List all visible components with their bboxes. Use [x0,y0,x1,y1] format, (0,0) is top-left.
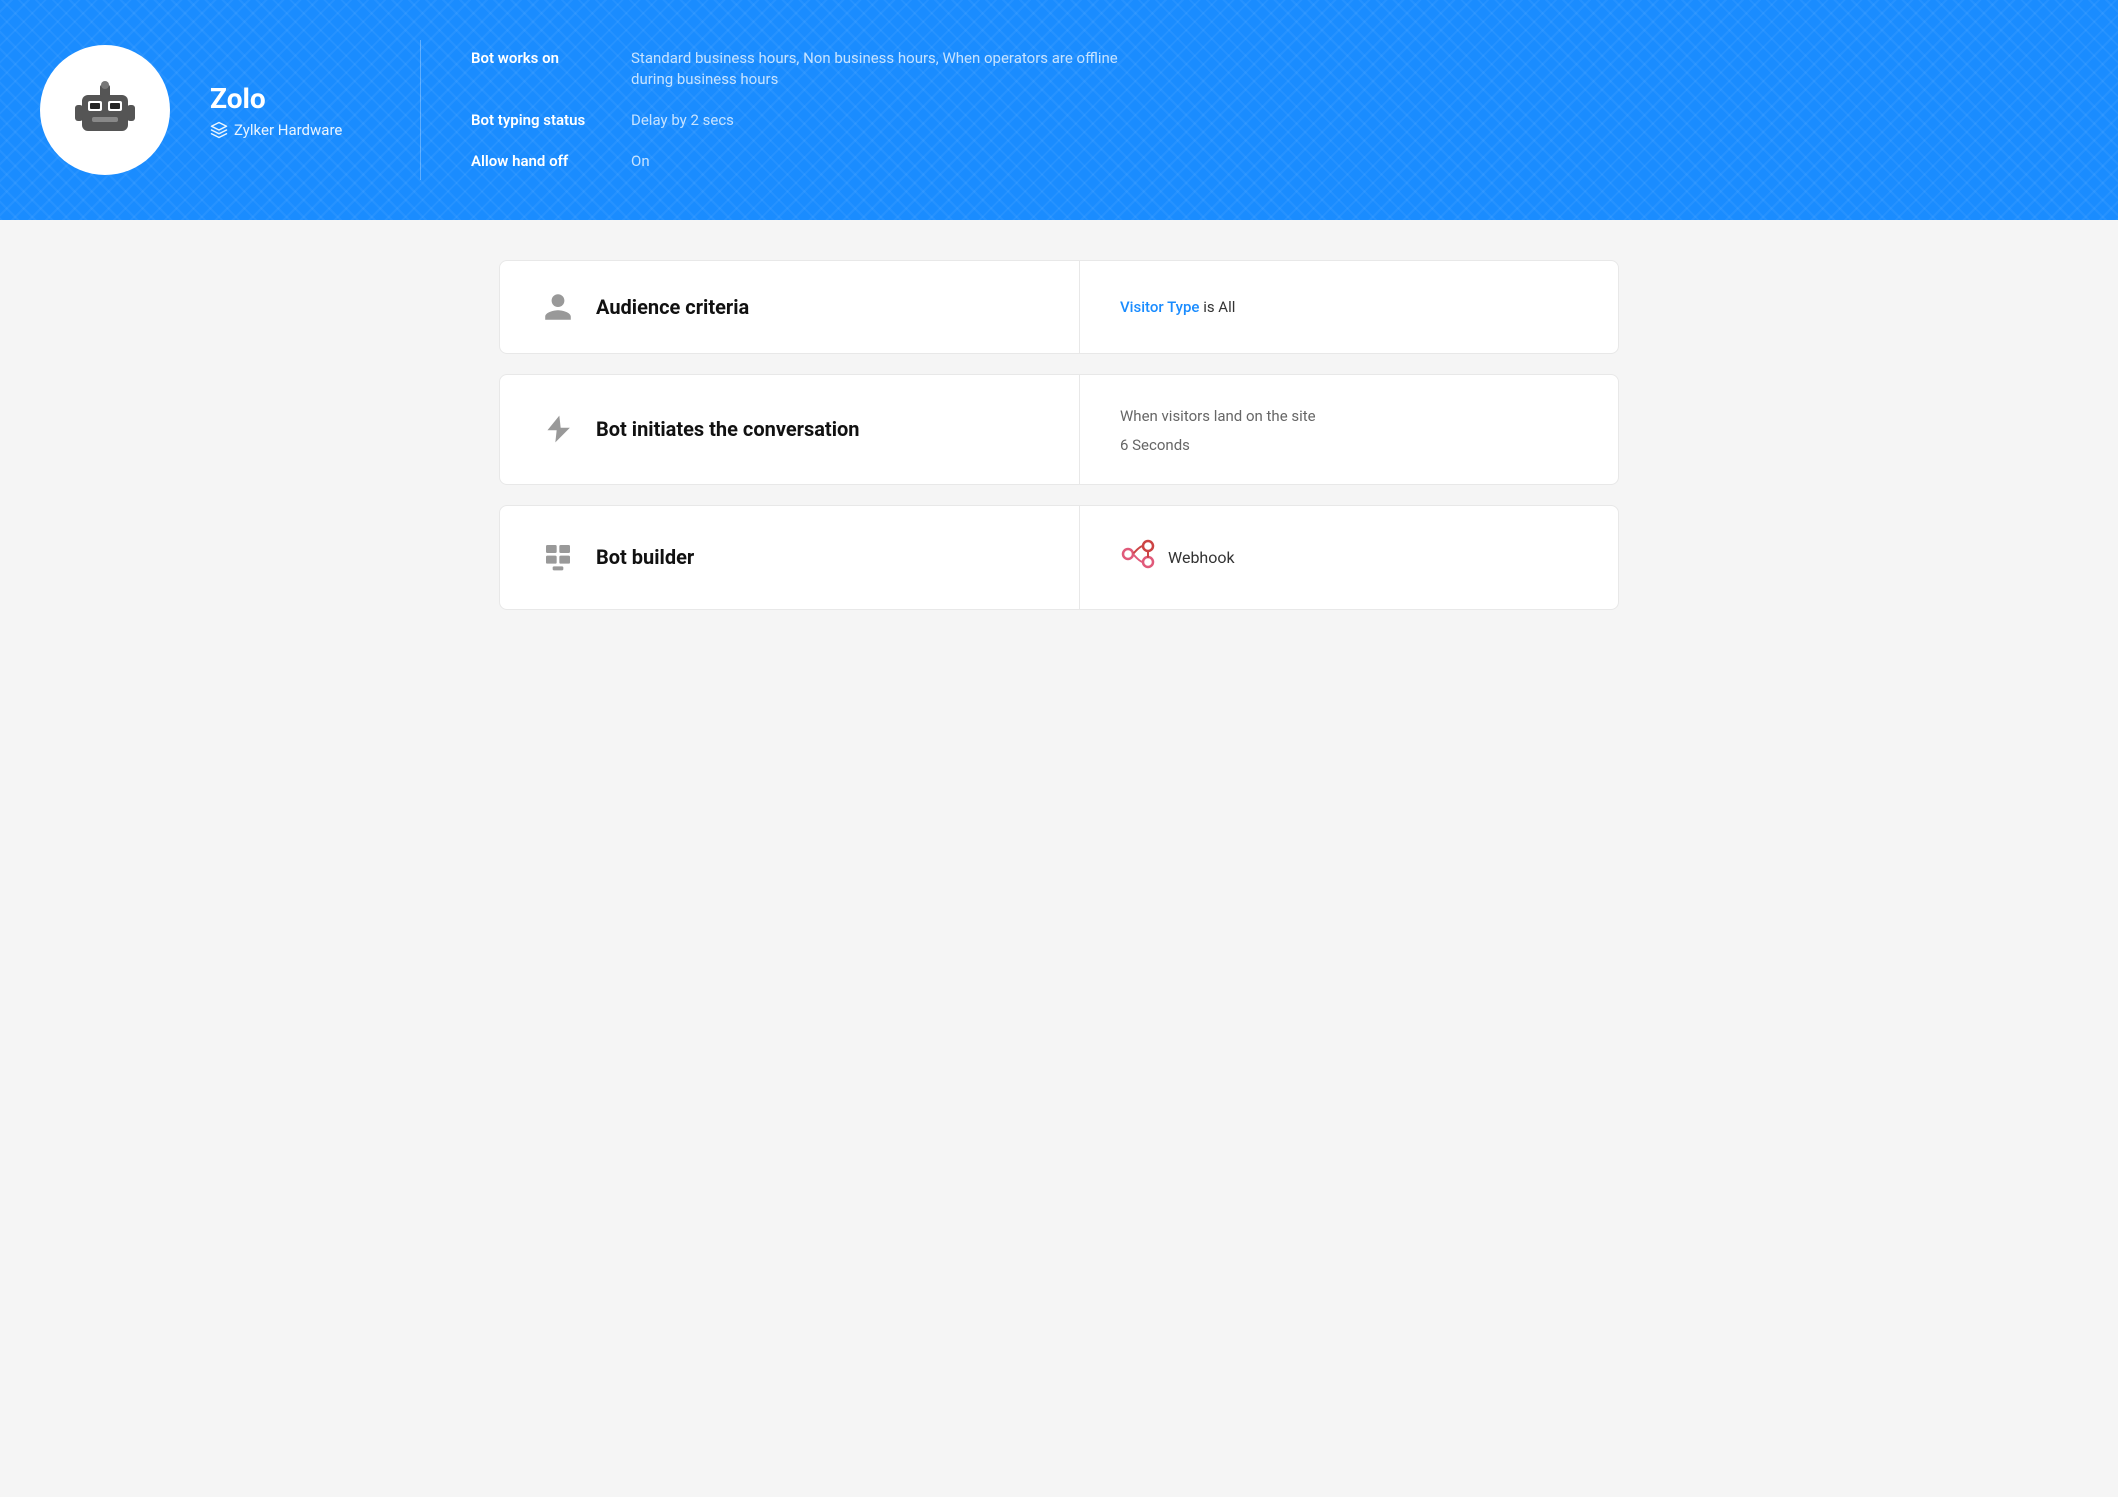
bot-builder-right: Webhook [1080,506,1618,609]
audience-criteria-right: Visitor Type is All [1080,261,1618,353]
bot-initiates-left: Bot initiates the conversation [500,375,1080,484]
bot-org-name: Zylker Hardware [234,121,342,139]
bot-avatar [40,45,170,175]
bolt-icon [540,413,576,445]
bot-builder-card[interactable]: Bot builder Webhook [499,505,1619,610]
visitor-type-link[interactable]: Visitor Type [1120,298,1199,316]
main-content: Audience criteria Visitor Type is All Bo… [459,220,1659,650]
person-icon [540,291,576,323]
bot-initiates-card[interactable]: Bot initiates the conversation When visi… [499,374,1619,485]
bot-builder-left: Bot builder [500,506,1080,609]
meta-label-allow-handoff: Allow hand off [471,151,611,172]
meta-value-typing-status: Delay by 2 secs [631,110,734,131]
bot-initiates-detail-line1: When visitors land on the site [1120,405,1578,428]
bot-builder-icon [540,541,576,573]
bot-initiates-title: Bot initiates the conversation [596,417,860,441]
audience-criteria-detail: Visitor Type is All [1120,296,1578,319]
header-divider [420,40,421,180]
bot-info: Zolo Zylker Hardware [210,82,370,139]
bot-org: Zylker Hardware [210,121,370,139]
audience-criteria-card[interactable]: Audience criteria Visitor Type is All [499,260,1619,354]
audience-criteria-left: Audience criteria [500,261,1080,353]
visitor-type-rest: is All [1199,298,1235,316]
meta-value-bot-works-on: Standard business hours, Non business ho… [631,48,1131,90]
bot-builder-title: Bot builder [596,545,694,569]
page-header: Zolo Zylker Hardware Bot works on Standa… [0,0,2118,220]
meta-row-allow-handoff: Allow hand off On [471,151,1131,172]
bot-initiates-detail-line2: 6 Seconds [1120,436,1578,454]
bot-meta: Bot works on Standard business hours, No… [471,48,1131,172]
webhook-row: Webhook [1120,536,1578,579]
meta-row-typing-status: Bot typing status Delay by 2 secs [471,110,1131,131]
webhook-icon [1120,536,1156,579]
bot-name: Zolo [210,82,370,115]
meta-value-allow-handoff: On [631,151,650,172]
meta-row-bot-works-on: Bot works on Standard business hours, No… [471,48,1131,90]
meta-label-typing-status: Bot typing status [471,110,611,131]
webhook-label: Webhook [1168,548,1235,567]
bot-initiates-right: When visitors land on the site 6 Seconds [1080,375,1618,484]
audience-criteria-title: Audience criteria [596,295,749,319]
org-layers-icon [210,121,228,139]
meta-label-bot-works-on: Bot works on [471,48,611,69]
